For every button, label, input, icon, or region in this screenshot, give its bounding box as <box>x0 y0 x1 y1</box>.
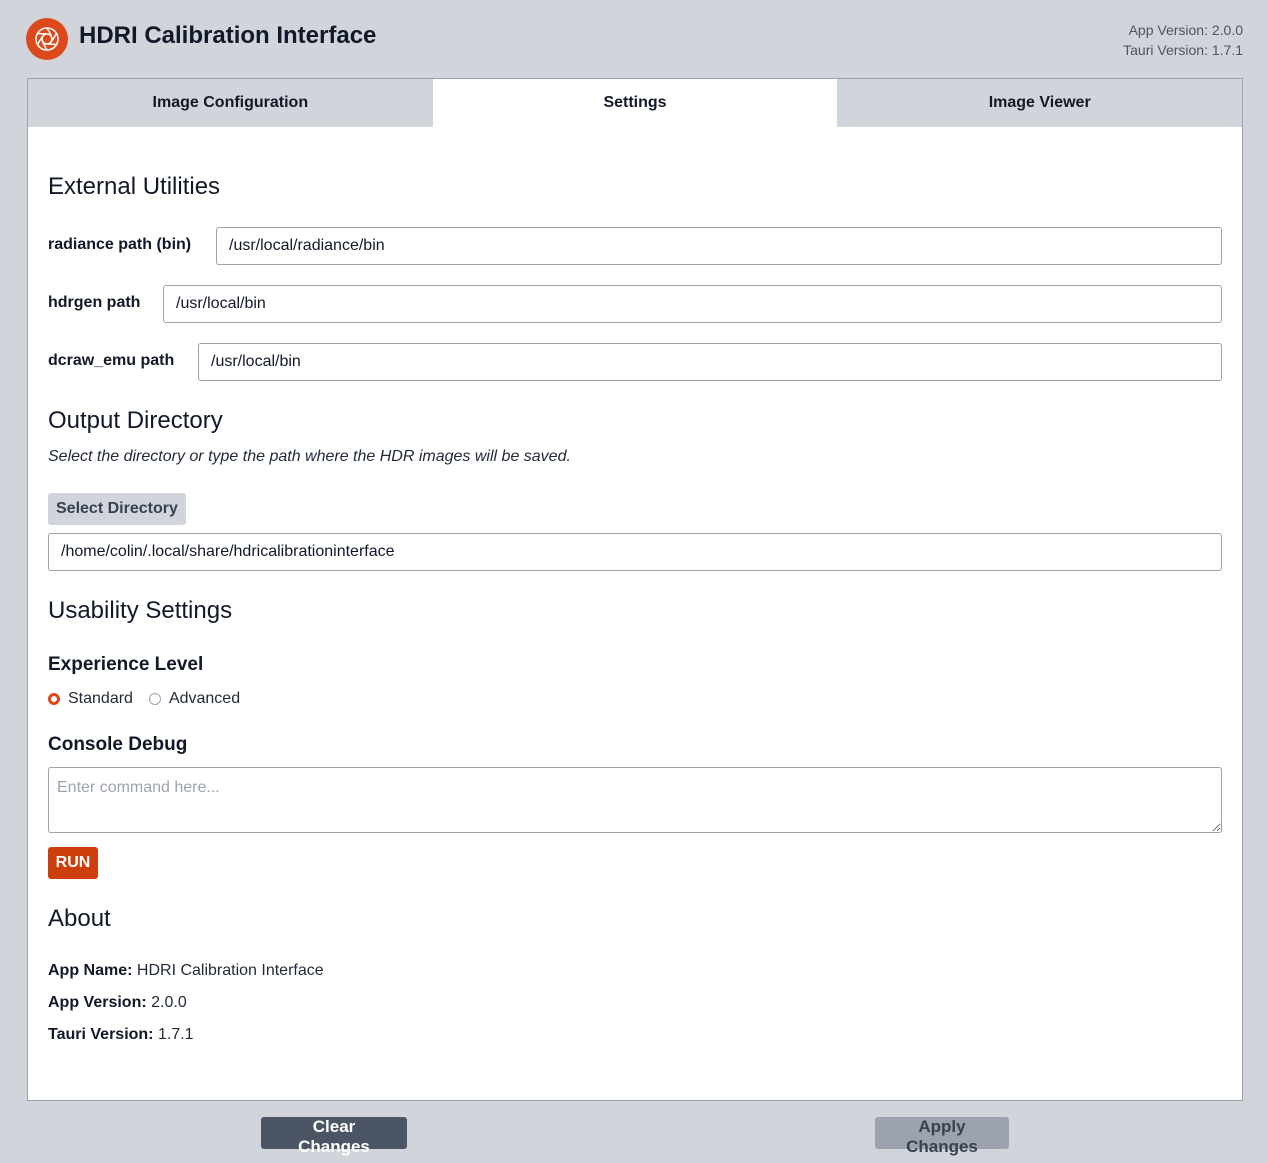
clear-changes-button[interactable]: Clear Changes <box>261 1117 407 1156</box>
apply-changes-button[interactable]: Apply Changes <box>875 1117 1009 1156</box>
radiance-path-input[interactable] <box>216 227 1222 265</box>
radio-advanced[interactable]: Advanced <box>148 690 241 708</box>
select-directory-button[interactable]: Select Directory <box>48 493 186 525</box>
usability-settings-title: Usability Settings <box>48 597 233 624</box>
app-title: HDRI Calibration Interface <box>79 22 377 49</box>
about-tauri-version: Tauri Version: 1.7.1 <box>48 1026 194 1044</box>
radio-unchecked-icon[interactable] <box>148 693 161 705</box>
about-app-version-value: 2.0.0 <box>151 994 187 1011</box>
app-header: HDRI Calibration Interface App Version: … <box>0 0 1268 78</box>
console-debug-title: Console Debug <box>48 734 188 755</box>
about-tauri-version-value: 1.7.1 <box>157 1026 194 1043</box>
tab-bar: Image Configuration Settings Image Viewe… <box>28 79 1243 127</box>
console-command-input[interactable] <box>48 767 1222 833</box>
about-app-version-key: App Version: <box>48 994 147 1011</box>
about-app-name-key: App Name: <box>48 962 133 979</box>
dcraw-path-input[interactable] <box>198 343 1222 381</box>
about-app-name-value: HDRI Calibration Interface <box>136 962 324 979</box>
header-tauri-version: Tauri Version: 1.7.1 <box>1123 42 1243 58</box>
radio-checked-icon[interactable] <box>48 693 60 705</box>
tab-settings[interactable]: Settings <box>432 79 838 127</box>
hdrgen-path-input[interactable] <box>163 285 1222 323</box>
about-app-version: App Version: 2.0.0 <box>48 994 187 1012</box>
settings-panel: Image Configuration Settings Image Viewe… <box>27 78 1243 1101</box>
experience-level-radio-group: Standard Advanced <box>48 690 256 708</box>
output-directory-input[interactable] <box>48 533 1222 571</box>
radio-advanced-label: Advanced <box>168 690 241 707</box>
dcraw-path-label: dcraw_emu path <box>48 352 175 369</box>
camera-aperture-icon <box>26 18 68 60</box>
experience-level-title: Experience Level <box>48 654 204 675</box>
about-app-name: App Name: HDRI Calibration Interface <box>48 962 324 980</box>
hdrgen-path-label: hdrgen path <box>48 294 141 311</box>
output-directory-hint: Select the directory or type the path wh… <box>48 448 571 465</box>
about-tauri-version-key: Tauri Version: <box>48 1026 154 1043</box>
about-title: About <box>48 905 111 932</box>
external-utilities-title: External Utilities <box>48 173 221 200</box>
radiance-path-label: radiance path (bin) <box>48 236 192 253</box>
tab-image-viewer[interactable]: Image Viewer <box>837 79 1243 127</box>
radio-standard-label: Standard <box>68 690 133 707</box>
tab-image-configuration[interactable]: Image Configuration <box>28 79 433 127</box>
header-app-version: App Version: 2.0.0 <box>1128 22 1243 38</box>
version-info: App Version: 2.0.0 Tauri Version: 1.7.1 <box>1123 20 1243 60</box>
radio-standard[interactable]: Standard <box>48 690 133 708</box>
run-button[interactable]: RUN <box>48 847 98 879</box>
output-directory-title: Output Directory <box>48 407 223 434</box>
